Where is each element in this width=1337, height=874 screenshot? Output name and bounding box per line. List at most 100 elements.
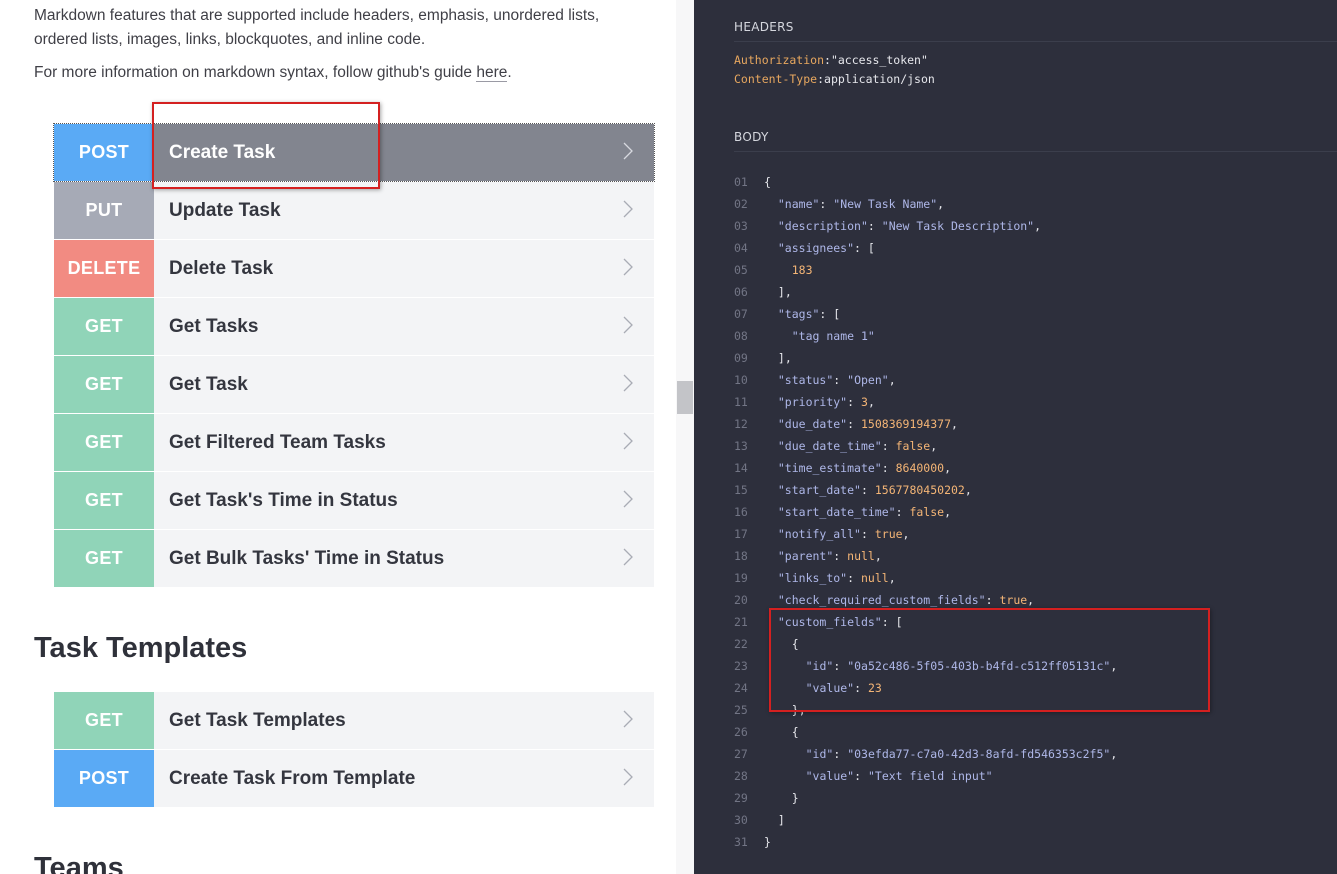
chevron-right-icon <box>623 768 633 786</box>
code-text: "id": "03efda77-c7a0-42d3-8afd-fd546353c… <box>805 747 1118 761</box>
http-method-badge: GET <box>54 298 154 355</box>
http-method-badge: GET <box>54 472 154 529</box>
code-text: "tag name 1" <box>791 329 875 343</box>
header-value: "access_token" <box>830 53 928 67</box>
github-guide-link[interactable]: here <box>476 64 508 82</box>
code-line: 08 "tag name 1" <box>734 325 1117 347</box>
code-line: 05 183 <box>734 259 1117 281</box>
line-number: 15 <box>734 483 748 497</box>
chevron-right-icon <box>623 316 633 334</box>
code-line: 18 "parent": null, <box>734 545 1117 567</box>
section-heading-teams: Teams <box>34 852 124 874</box>
line-number: 07 <box>734 307 748 321</box>
line-number: 26 <box>734 725 748 739</box>
headers-divider <box>734 41 1337 42</box>
code-text: { <box>791 725 799 739</box>
endpoint-row[interactable]: POST Create Task <box>53 123 655 182</box>
line-number: 18 <box>734 549 748 563</box>
code-line: 15 "start_date": 1567780450202, <box>734 479 1117 501</box>
line-number: 08 <box>734 329 748 343</box>
line-number: 01 <box>734 175 748 189</box>
line-number: 27 <box>734 747 748 761</box>
code-line: 20 "check_required_custom_fields": true, <box>734 589 1117 611</box>
line-number: 13 <box>734 439 748 453</box>
code-line: 23 "id": "0a52c486-5f05-403b-b4fd-c512ff… <box>734 655 1117 677</box>
header-row: Content-Type:application/json <box>734 72 935 86</box>
line-number: 25 <box>734 703 748 717</box>
chevron-right-icon <box>623 710 633 728</box>
code-text: "value": "Text field input" <box>805 769 993 783</box>
code-text: "due_date": 1508369194377, <box>777 417 958 431</box>
code-text: "assignees": [ <box>777 241 875 255</box>
http-method-badge: POST <box>54 124 154 181</box>
code-line: 22 { <box>734 633 1117 655</box>
line-number: 14 <box>734 461 748 475</box>
code-text: "parent": null, <box>777 549 882 563</box>
code-line: 11 "priority": 3, <box>734 391 1117 413</box>
chevron-right-icon <box>623 490 633 508</box>
code-line: 30 ] <box>734 809 1117 831</box>
endpoint-row[interactable]: POST Create Task From Template <box>54 750 654 807</box>
code-line: 01 { <box>734 171 1117 193</box>
code-text: "start_date": 1567780450202, <box>777 483 972 497</box>
endpoint-title: Delete Task <box>169 257 274 279</box>
chevron-right-icon <box>623 548 633 566</box>
http-method-badge: GET <box>54 414 154 471</box>
code-line: 24 "value": 23 <box>734 677 1117 699</box>
chevron-right-icon <box>623 200 633 218</box>
endpoint-row[interactable]: DELETE Delete Task <box>54 240 654 297</box>
code-text: ] <box>777 813 785 827</box>
code-line: 31} <box>734 831 1117 853</box>
endpoint-row[interactable]: PUT Update Task <box>54 182 654 239</box>
code-text: ], <box>777 285 792 299</box>
line-number: 29 <box>734 791 748 805</box>
code-text: "start_date_time": false, <box>777 505 952 519</box>
endpoint-title: Update Task <box>169 199 281 221</box>
header-row: Authorization:"access_token" <box>734 53 928 67</box>
http-method-badge: DELETE <box>54 240 154 297</box>
endpoint-title: Get Bulk Tasks' Time in Status <box>169 547 445 569</box>
line-number: 06 <box>734 285 748 299</box>
code-line: 02 "name": "New Task Name", <box>734 193 1117 215</box>
code-text: ], <box>777 351 792 365</box>
code-text: "links_to": null, <box>777 571 896 585</box>
endpoint-row[interactable]: GET Get Bulk Tasks' Time in Status <box>54 530 654 587</box>
code-line: 06 ], <box>734 281 1117 303</box>
code-text: "value": 23 <box>805 681 882 695</box>
line-number: 05 <box>734 263 748 277</box>
http-method-badge: GET <box>54 530 154 587</box>
request-body-code: 01{02 "name": "New Task Name", 03 "descri… <box>734 171 1117 853</box>
http-method-badge: PUT <box>54 182 154 239</box>
endpoint-title: Get Task's Time in Status <box>169 489 398 511</box>
code-text: "notify_all": true, <box>777 527 910 541</box>
code-line: 25 }, <box>734 699 1117 721</box>
endpoint-row[interactable]: GET Get Task <box>54 356 654 413</box>
code-line: 10 "status": "Open", <box>734 369 1117 391</box>
endpoint-row[interactable]: GET Get Task's Time in Status <box>54 472 654 529</box>
markdown-guide-prefix: For more information on markdown syntax,… <box>34 64 477 81</box>
endpoint-title: Get Task <box>169 373 248 395</box>
endpoint-row[interactable]: GET Get Task Templates <box>54 692 654 749</box>
scrollbar-thumb[interactable] <box>677 381 693 414</box>
line-number: 11 <box>734 395 748 409</box>
code-text: "status": "Open", <box>777 373 896 387</box>
endpoint-row[interactable]: GET Get Tasks <box>54 298 654 355</box>
code-line: 28 "value": "Text field input" <box>734 765 1117 787</box>
endpoint-title: Get Task Templates <box>169 709 346 731</box>
line-number: 19 <box>734 571 748 585</box>
line-number: 20 <box>734 593 748 607</box>
code-text: "custom_fields": [ <box>777 615 903 629</box>
code-text: }, <box>791 703 806 717</box>
endpoint-row[interactable]: GET Get Filtered Team Tasks <box>54 414 654 471</box>
task-templates-endpoint-list: GET Get Task Templates POST Create Task Fro… <box>54 692 654 808</box>
scrollbar-track[interactable] <box>676 0 694 874</box>
code-text: "priority": 3, <box>777 395 875 409</box>
line-number: 10 <box>734 373 748 387</box>
code-text: "id": "0a52c486-5f05-403b-b4fd-c512ff051… <box>805 659 1118 673</box>
chevron-right-icon <box>623 258 633 276</box>
code-line: 16 "start_date_time": false, <box>734 501 1117 523</box>
code-text: 183 <box>791 263 813 277</box>
code-text: "due_date_time": false, <box>777 439 938 453</box>
line-number: 31 <box>734 835 748 849</box>
docs-panel: Markdown features that are supported inc… <box>0 0 676 874</box>
